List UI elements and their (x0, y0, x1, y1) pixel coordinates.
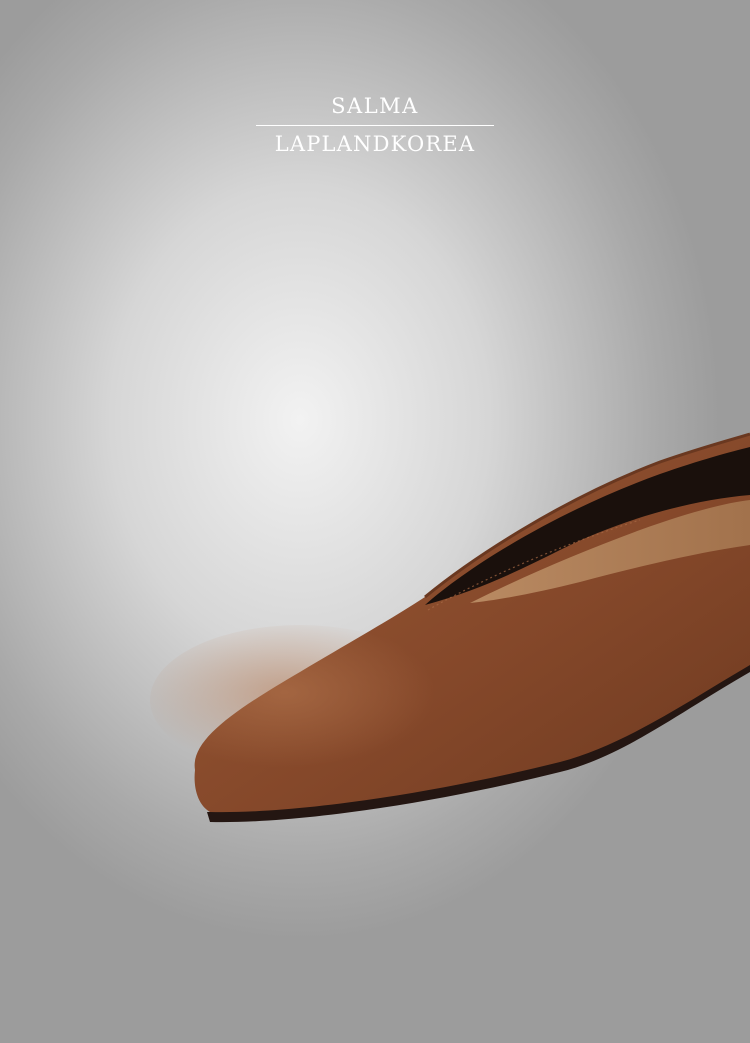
shoe-toe-shine (150, 625, 450, 775)
product-image: SALMA LAPLANDKOREA (0, 0, 750, 1043)
shoe-illustration-icon (150, 432, 750, 823)
